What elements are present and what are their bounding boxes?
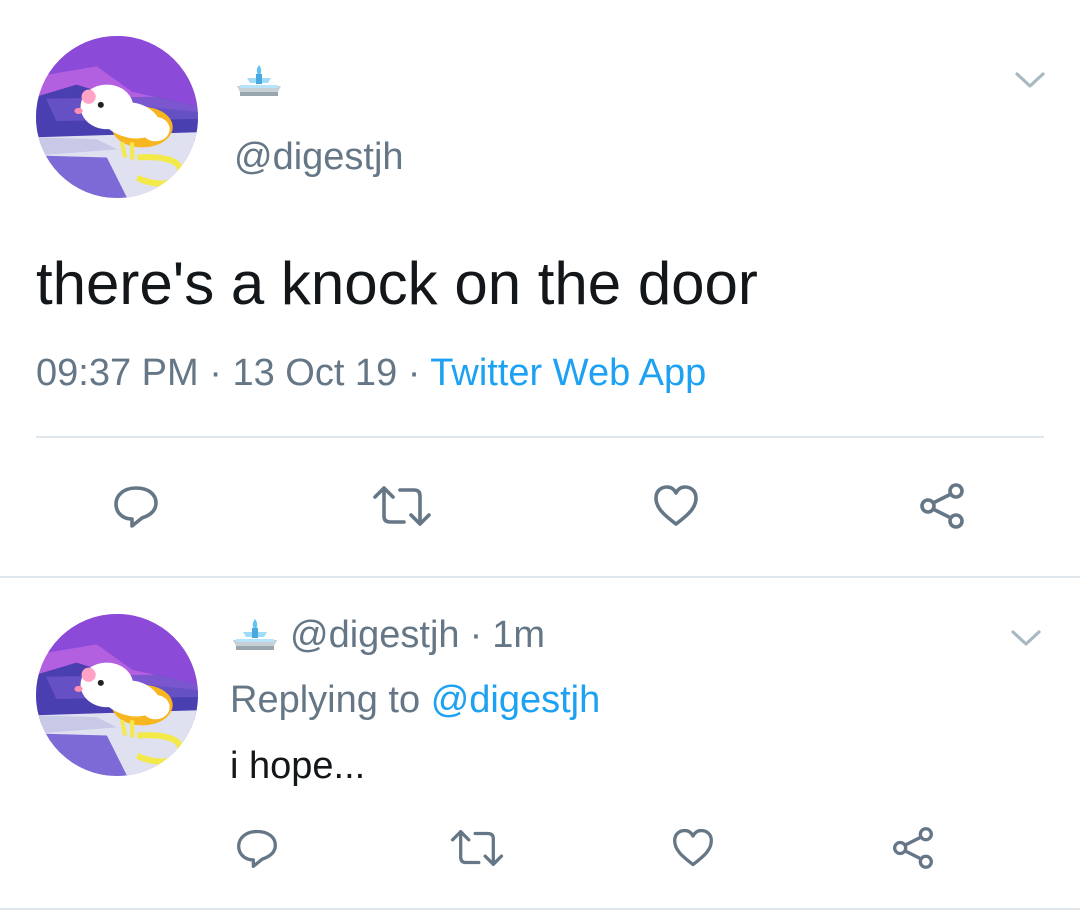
retweet-button[interactable] [446, 824, 508, 872]
reply-button[interactable] [108, 478, 164, 534]
tweet-text: i hope... [230, 745, 366, 787]
divider [0, 908, 1080, 910]
share-button[interactable] [888, 824, 938, 872]
reply-icon [235, 826, 279, 870]
user-handle[interactable]: @digestjh [290, 614, 460, 657]
like-icon [652, 482, 700, 530]
tweet-time: 1m [492, 613, 546, 656]
tweet-source-link[interactable]: Twitter Web App [430, 352, 706, 394]
display-name-fountain-icon [234, 64, 284, 98]
reply-header: @digestjh · 1m [230, 610, 545, 660]
replying-to-label: Replying to [230, 679, 421, 721]
like-button[interactable] [648, 478, 704, 534]
display-name-fountain-icon [230, 618, 280, 652]
divider [36, 436, 1044, 438]
separator: · [407, 352, 421, 394]
tweet-meta: 09:37 PM · 13 Oct 19 · Twitter Web App [36, 350, 706, 396]
tweet-date: 13 Oct 19 [232, 352, 398, 394]
chevron-down-icon[interactable] [1010, 628, 1042, 648]
reply-icon [112, 482, 160, 530]
tweet-time: 09:37 PM [36, 352, 199, 394]
share-icon [918, 482, 966, 530]
like-icon [671, 826, 715, 870]
reply-button[interactable] [232, 824, 282, 872]
like-button[interactable] [668, 824, 718, 872]
separator: · [469, 613, 483, 656]
share-button[interactable] [914, 478, 970, 534]
retweet-icon [448, 826, 506, 870]
share-icon [891, 826, 935, 870]
chevron-down-icon[interactable] [1014, 70, 1046, 90]
retweet-icon [370, 482, 434, 530]
replying-to: Replying to @digestjh [230, 676, 600, 724]
user-handle[interactable]: @digestjh [234, 134, 404, 180]
retweet-button[interactable] [366, 478, 438, 534]
avatar[interactable] [36, 614, 198, 776]
separator: · [209, 352, 222, 394]
divider [0, 576, 1080, 578]
tweet-text: there's a knock on the door [36, 250, 758, 317]
replying-to-handle[interactable]: @digestjh [431, 679, 601, 721]
avatar[interactable] [36, 36, 198, 198]
